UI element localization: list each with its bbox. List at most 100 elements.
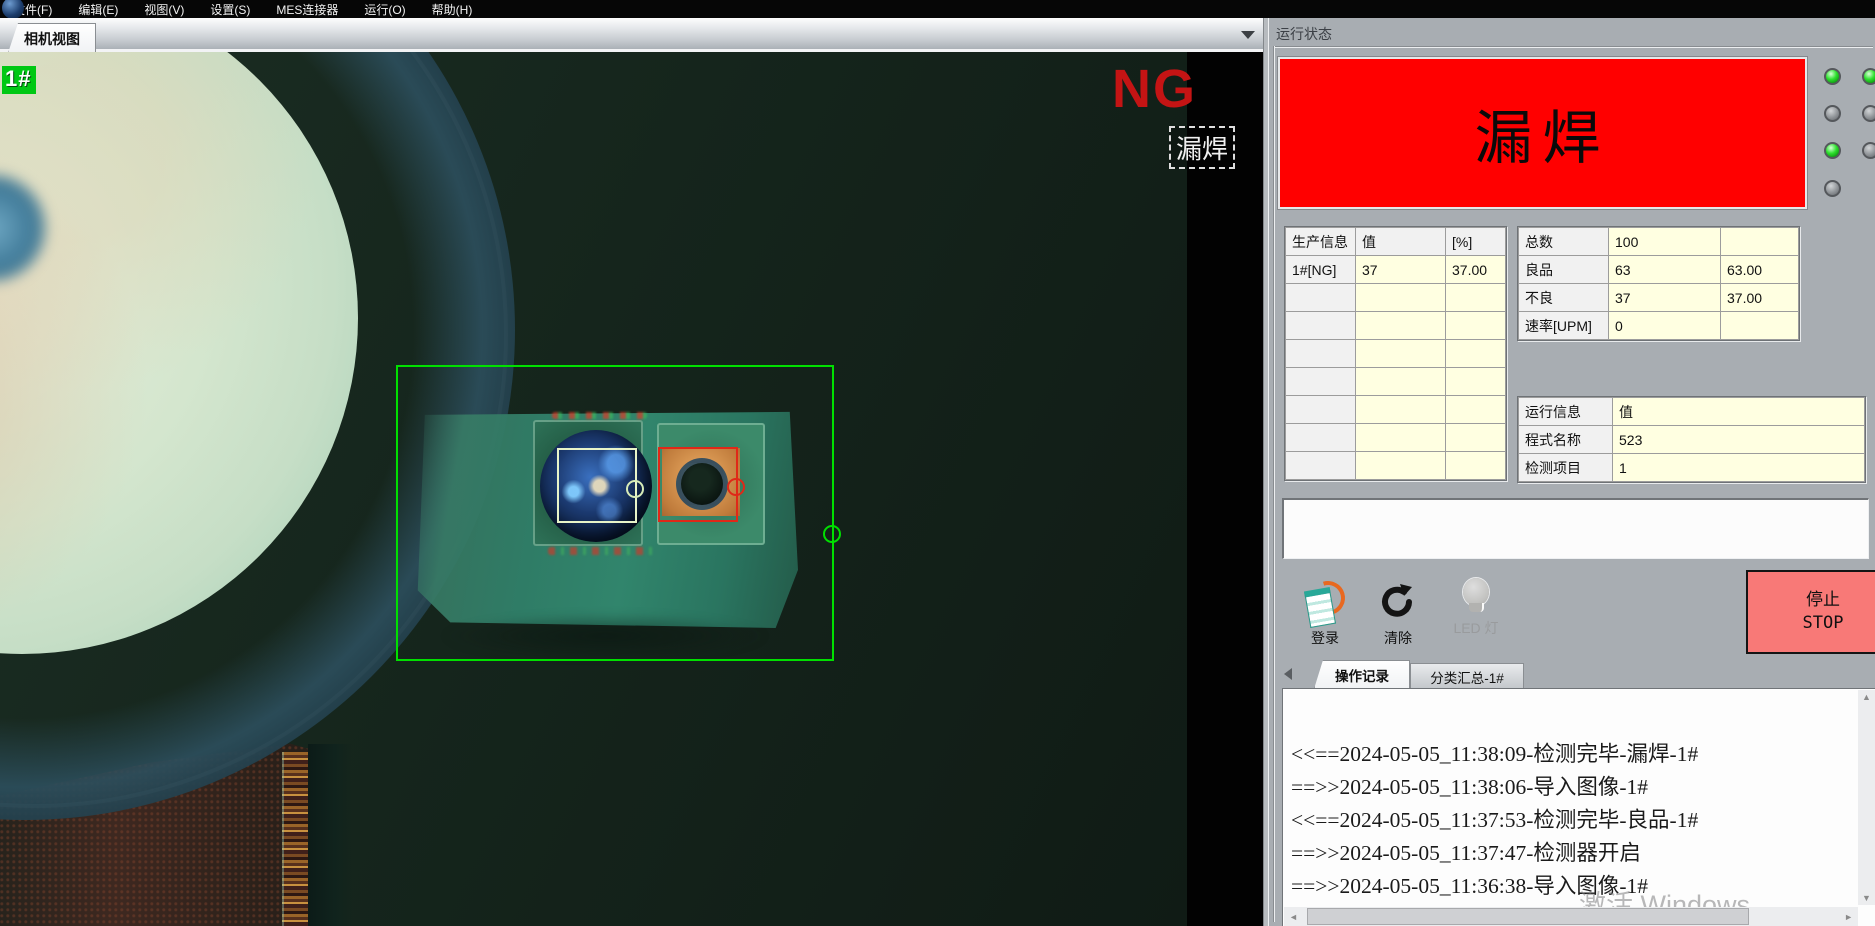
camera-id-badge: 1# bbox=[2, 66, 36, 94]
bulb-icon bbox=[1463, 578, 1489, 612]
value-cell: 0 bbox=[1609, 312, 1721, 340]
status-led bbox=[1824, 68, 1841, 85]
roi-box-fail bbox=[658, 447, 738, 522]
camera-view: 1# NG 漏焊 bbox=[0, 52, 1263, 926]
stop-button[interactable]: 停止 STOP bbox=[1746, 570, 1875, 654]
scroll-left-icon[interactable]: ◄ bbox=[1284, 912, 1303, 922]
circular-arrow-icon bbox=[1379, 580, 1417, 622]
groupbox-border bbox=[1273, 46, 1274, 922]
table-row bbox=[1286, 340, 1506, 368]
horizontal-scrollbar[interactable]: ◄ ► bbox=[1284, 907, 1858, 926]
percent-cell bbox=[1721, 312, 1799, 340]
alarm-banner: 漏焊 bbox=[1278, 57, 1807, 209]
menu-mes-connector[interactable]: MES连接器 bbox=[263, 1, 351, 18]
camera-black-margin bbox=[1187, 52, 1263, 926]
row-header: 不良 bbox=[1519, 284, 1609, 312]
log-entry: <<==2024-05-05_11:38:09-检测完毕-漏焊-1# bbox=[1291, 737, 1698, 768]
table-row bbox=[1286, 368, 1506, 396]
login-label: 登录 bbox=[1311, 628, 1339, 648]
value-cell: 100 bbox=[1609, 228, 1721, 256]
clear-label: 清除 bbox=[1384, 628, 1412, 648]
status-led bbox=[1824, 142, 1841, 159]
panel-title: 运行状态 bbox=[1276, 24, 1332, 44]
percent-cell: 37.00 bbox=[1721, 284, 1799, 312]
menu-help[interactable]: 帮助(H) bbox=[419, 1, 486, 18]
roi-notch bbox=[727, 478, 745, 496]
col-header: [%] bbox=[1446, 228, 1506, 256]
percent-cell bbox=[1721, 228, 1799, 256]
value-cell: 37 bbox=[1356, 256, 1446, 284]
menu-settings[interactable]: 设置(S) bbox=[197, 1, 263, 18]
run-info-table: 运行信息 值 程式名称 523 检测项目 1 bbox=[1517, 396, 1866, 483]
status-led bbox=[1862, 142, 1875, 159]
message-textbox[interactable] bbox=[1282, 498, 1869, 559]
table-header-row: 运行信息 值 bbox=[1519, 398, 1865, 426]
table-row bbox=[1286, 452, 1506, 480]
table-row bbox=[1286, 424, 1506, 452]
row-header: 程式名称 bbox=[1519, 426, 1613, 454]
table-row bbox=[1286, 312, 1506, 340]
col-header: 生产信息 bbox=[1286, 228, 1356, 256]
table-row: 1#[NG] 37 37.00 bbox=[1286, 256, 1506, 284]
production-table: 生产信息 值 [%] 1#[NG] 37 37.00 bbox=[1284, 226, 1507, 481]
result-ng-label: NG bbox=[1112, 58, 1197, 120]
row-header: 总数 bbox=[1519, 228, 1609, 256]
row-header: 良品 bbox=[1519, 256, 1609, 284]
table-row: 良品 63 63.00 bbox=[1519, 256, 1799, 284]
badge-icon bbox=[1304, 580, 1346, 622]
totals-table: 总数 100 良品 63 63.00 不良 37 37.00 速率[UPM] 0 bbox=[1517, 226, 1800, 341]
status-led bbox=[1824, 105, 1841, 122]
tab-scroll-left-icon[interactable] bbox=[1284, 668, 1292, 680]
scroll-right-icon[interactable]: ► bbox=[1839, 912, 1858, 922]
led-light-label: LED 灯 bbox=[1453, 618, 1498, 638]
status-led bbox=[1862, 68, 1875, 85]
table-row: 程式名称 523 bbox=[1519, 426, 1865, 454]
log-entry: <<==2024-05-05_11:37:53-检测完毕-良品-1# bbox=[1291, 803, 1698, 834]
value-cell: 63 bbox=[1609, 256, 1721, 284]
table-row: 检测项目 1 bbox=[1519, 454, 1865, 482]
roi-notch bbox=[823, 525, 841, 543]
led-light-button[interactable]: LED 灯 bbox=[1444, 578, 1508, 664]
groupbox-border bbox=[1273, 46, 1873, 47]
status-panel: 运行状态 漏焊 生产信息 值 [%] 1#[NG] 37 3 bbox=[1268, 18, 1875, 926]
col-header: 运行信息 bbox=[1519, 398, 1613, 426]
row-header: 1#[NG] bbox=[1286, 256, 1356, 284]
roi-box-pass bbox=[557, 448, 637, 523]
app-logo-icon[interactable] bbox=[2, 0, 24, 18]
menu-view[interactable]: 视图(V) bbox=[131, 1, 197, 18]
tab-camera-view[interactable]: 相机视图 bbox=[8, 23, 96, 53]
vertical-scrollbar[interactable]: ▲▼ bbox=[1858, 690, 1875, 905]
chevron-down-icon[interactable] bbox=[1241, 31, 1255, 39]
status-led bbox=[1824, 180, 1841, 197]
row-header: 速率[UPM] bbox=[1519, 312, 1609, 340]
row-header: 检测项目 bbox=[1519, 454, 1613, 482]
cable-shadow bbox=[308, 744, 352, 926]
roi-notch bbox=[626, 480, 644, 498]
table-row bbox=[1286, 396, 1506, 424]
percent-cell: 37.00 bbox=[1446, 256, 1506, 284]
col-header: 值 bbox=[1613, 398, 1865, 426]
tab-operation-log[interactable]: 操作记录 bbox=[1314, 660, 1410, 689]
log-entry: ==>>2024-05-05_11:37:47-检测器开启 bbox=[1291, 836, 1641, 867]
stop-label-cn: 停止 bbox=[1806, 589, 1840, 612]
status-led bbox=[1862, 105, 1875, 122]
camera-tab-strip: 相机视图 bbox=[0, 18, 1263, 52]
table-row: 不良 37 37.00 bbox=[1519, 284, 1799, 312]
percent-cell: 63.00 bbox=[1721, 256, 1799, 284]
tab-category-summary[interactable]: 分类汇总-1# bbox=[1410, 663, 1524, 689]
defect-name-tag: 漏焊 bbox=[1169, 126, 1235, 169]
login-button[interactable]: 登录 bbox=[1293, 580, 1357, 666]
table-row: 总数 100 bbox=[1519, 228, 1799, 256]
app-window: 文件(F) 编辑(E) 视图(V) 设置(S) MES连接器 运行(O) 帮助(… bbox=[0, 0, 1875, 926]
value-cell: 1 bbox=[1613, 454, 1865, 482]
stop-label-en: STOP bbox=[1803, 612, 1844, 635]
menu-run[interactable]: 运行(O) bbox=[351, 1, 418, 18]
clear-button[interactable]: 清除 bbox=[1366, 580, 1430, 666]
menu-edit[interactable]: 编辑(E) bbox=[65, 1, 131, 18]
menu-bar: 文件(F) 编辑(E) 视图(V) 设置(S) MES连接器 运行(O) 帮助(… bbox=[0, 0, 1875, 18]
log-entry: ==>>2024-05-05_11:38:06-导入图像-1# bbox=[1291, 770, 1648, 801]
value-cell: 523 bbox=[1613, 426, 1865, 454]
operation-log[interactable]: <<==2024-05-05_11:38:09-检测完毕-漏焊-1# ==>>2… bbox=[1282, 688, 1875, 926]
col-header: 值 bbox=[1356, 228, 1446, 256]
scrollbar-thumb[interactable] bbox=[1307, 908, 1749, 925]
